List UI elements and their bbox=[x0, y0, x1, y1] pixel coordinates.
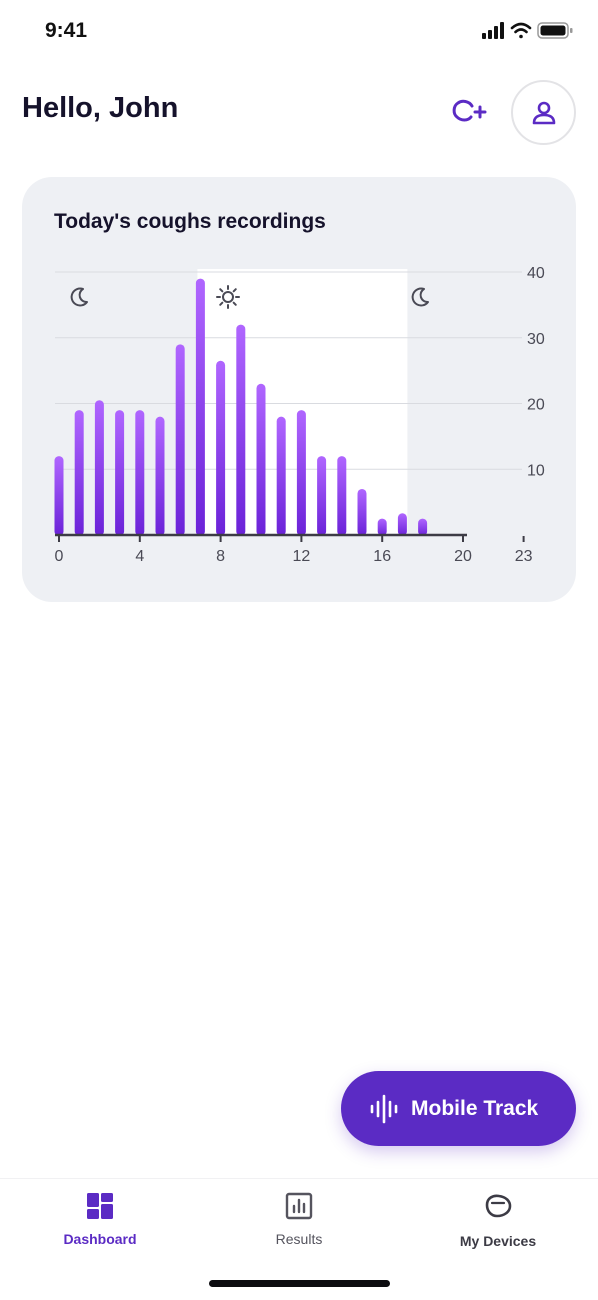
tab-dashboard-label: Dashboard bbox=[63, 1231, 137, 1247]
bar bbox=[94, 400, 104, 536]
bar bbox=[236, 324, 246, 536]
add-device-button[interactable] bbox=[446, 92, 490, 132]
tab-results-label: Results bbox=[275, 1231, 323, 1247]
coughs-chart-card: Today's coughs recordings 10 20 30 40 0 4 8 12 1… bbox=[22, 177, 576, 602]
bar bbox=[195, 278, 205, 536]
bar bbox=[357, 488, 367, 536]
bar bbox=[155, 416, 165, 536]
add-device-icon bbox=[452, 99, 487, 122]
bar bbox=[397, 513, 407, 536]
x-tick-label: 20 bbox=[454, 548, 472, 565]
wifi-icon bbox=[510, 22, 532, 39]
bar bbox=[135, 410, 145, 536]
bar bbox=[54, 456, 64, 536]
profile-button[interactable] bbox=[511, 80, 576, 145]
tab-my-devices-label: My Devices bbox=[459, 1233, 537, 1249]
bar bbox=[256, 383, 266, 536]
x-tick-label: 16 bbox=[373, 548, 391, 565]
x-tick-label: 23 bbox=[515, 548, 533, 565]
user-icon bbox=[532, 101, 555, 124]
dashboard-icon bbox=[85, 1191, 115, 1221]
x-tick-label: 4 bbox=[135, 548, 144, 565]
home-indicator bbox=[209, 1280, 390, 1287]
bar bbox=[337, 456, 347, 536]
bar-chart-icon bbox=[284, 1191, 314, 1221]
y-tick-label: 30 bbox=[527, 331, 545, 348]
status-bar: 9:41 bbox=[0, 0, 598, 62]
tab-results[interactable]: Results bbox=[219, 1191, 379, 1261]
y-tick-label: 20 bbox=[527, 397, 545, 414]
bar bbox=[175, 344, 185, 536]
page-title: Hello, John bbox=[22, 92, 179, 124]
signal-icon bbox=[482, 22, 504, 39]
bar bbox=[317, 456, 327, 536]
y-tick-label: 40 bbox=[527, 265, 545, 282]
bar bbox=[216, 360, 226, 536]
y-tick-label: 10 bbox=[527, 462, 545, 479]
bar bbox=[377, 518, 387, 536]
bar bbox=[296, 410, 306, 536]
moon-icon bbox=[70, 287, 88, 307]
coughs-bar-chart: 10 20 30 40 0 4 8 12 16 20 23 bbox=[54, 265, 545, 565]
bar bbox=[418, 518, 428, 536]
device-icon bbox=[483, 1191, 513, 1221]
moon-icon bbox=[411, 287, 429, 307]
tab-my-devices[interactable]: My Devices bbox=[418, 1191, 578, 1261]
x-tick-label: 0 bbox=[55, 548, 64, 565]
status-icons bbox=[482, 22, 573, 39]
status-time: 9:41 bbox=[45, 19, 88, 42]
x-tick-label: 8 bbox=[216, 548, 225, 565]
tab-dashboard[interactable]: Dashboard bbox=[20, 1191, 180, 1261]
mobile-track-button[interactable]: Mobile Track bbox=[341, 1071, 576, 1146]
battery-icon bbox=[537, 22, 573, 39]
bar bbox=[74, 410, 84, 536]
x-tick-label: 12 bbox=[293, 548, 311, 565]
mobile-track-label: Mobile Track bbox=[411, 1096, 539, 1120]
bar bbox=[115, 410, 125, 536]
bar bbox=[276, 416, 286, 536]
soundwave-icon bbox=[370, 1094, 398, 1123]
